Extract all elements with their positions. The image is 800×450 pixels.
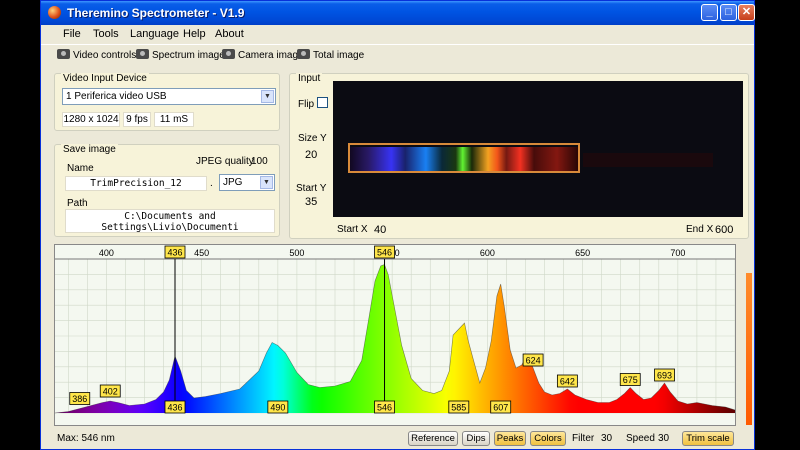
video-device-value: 1 Periferica video USB <box>66 91 167 102</box>
peak-label: 624 <box>526 356 541 366</box>
menu-bar: File Tools Language Help About <box>41 25 754 44</box>
dips-button[interactable]: Dips <box>462 431 490 446</box>
x-tick-label: 450 <box>194 248 209 258</box>
start-y-label: Start Y <box>296 183 327 194</box>
fps-field: 9 fps <box>123 112 151 127</box>
path-line-1: C:\Documents and <box>124 211 216 222</box>
menu-language[interactable]: Language <box>130 28 179 40</box>
minimize-button[interactable]: _ <box>701 4 718 21</box>
video-controls-label: Video controls <box>73 50 137 61</box>
reference-button[interactable]: Reference <box>408 431 458 446</box>
x-tick-label: 400 <box>99 248 114 258</box>
chevron-down-icon[interactable]: ▼ <box>260 176 273 189</box>
filter-value[interactable]: 30 <box>601 433 612 444</box>
peak-label: 386 <box>72 394 87 404</box>
spectrum-image-label: Spectrum image <box>152 50 225 61</box>
spectrum-plot: 4004505005506006507004365463864024364905… <box>54 245 736 414</box>
status-bar: Max: 546 nm Reference Dips Peaks Colors … <box>41 429 754 449</box>
spectrum-graph[interactable]: 4004505005506006507004365463864024364905… <box>54 244 736 426</box>
format-select[interactable]: JPG ▼ <box>219 174 275 191</box>
camera-icon <box>297 49 310 59</box>
x-tick-label: 700 <box>670 248 685 258</box>
total-image-label: Total image <box>313 50 365 61</box>
video-device-select[interactable]: 1 Periferica video USB ▼ <box>62 88 276 105</box>
input-title: Input <box>296 73 323 84</box>
save-image-title: Save image <box>61 144 118 155</box>
camera-icon <box>57 49 70 59</box>
speed-label: Speed <box>626 433 655 444</box>
maximize-button[interactable]: □ <box>720 4 737 21</box>
peak-label: 436 <box>167 403 182 413</box>
video-input-title: Video Input Device <box>61 73 149 84</box>
title-bar[interactable]: Theremino Spectrometer - V1.9 _ □ ✕ <box>41 1 755 25</box>
jpeg-quality-label: JPEG quality <box>196 156 254 167</box>
menu-about[interactable]: About <box>215 28 244 40</box>
peak-label: 546 <box>377 403 392 413</box>
menu-help[interactable]: Help <box>183 28 206 40</box>
peak-label: 402 <box>103 387 118 397</box>
video-controls-button[interactable]: Video controls <box>57 49 136 63</box>
end-x-label: End X <box>686 224 714 235</box>
toolbar: Video controls Spectrum image Camera ima… <box>41 44 754 65</box>
jpeg-quality-value[interactable]: 100 <box>251 156 268 167</box>
max-readout: Max: 546 nm <box>57 433 115 444</box>
size-y-label: Size Y <box>298 133 327 144</box>
start-x-label: Start X <box>337 224 368 235</box>
extension-dot: . <box>210 178 213 189</box>
trim-scale-bar[interactable] <box>746 273 752 425</box>
path-label: Path <box>67 198 88 209</box>
menu-tools[interactable]: Tools <box>93 28 119 40</box>
menu-file[interactable]: File <box>63 28 81 40</box>
path-input[interactable]: C:\Documents and Settings\Livio\Document… <box>65 209 275 233</box>
window-title: Theremino Spectrometer - V1.9 <box>67 6 245 20</box>
x-tick-label: 500 <box>289 248 304 258</box>
colors-button[interactable]: Colors <box>530 431 566 446</box>
flip-checkbox[interactable] <box>317 97 328 108</box>
close-button[interactable]: ✕ <box>738 4 755 21</box>
start-y-value[interactable]: 35 <box>305 196 317 208</box>
peaks-button[interactable]: Peaks <box>494 431 526 446</box>
marker-label: 436 <box>167 248 182 258</box>
marker-label: 546 <box>377 248 392 258</box>
path-line-2: Settings\Livio\Documenti <box>101 222 239 233</box>
camera-icon <box>136 49 149 59</box>
name-input[interactable]: TrimPrecision_12 <box>65 176 207 191</box>
trim-scale-button[interactable]: Trim scale <box>682 431 734 446</box>
speed-value[interactable]: 30 <box>658 433 669 444</box>
selection-box[interactable] <box>348 143 580 173</box>
name-label: Name <box>67 163 94 174</box>
resolution-field: 1280 x 1024 <box>62 112 120 127</box>
save-image-group: Save image Name JPEG quality 100 TrimPre… <box>54 144 280 237</box>
peak-label: 490 <box>270 403 285 413</box>
filter-label: Filter <box>572 433 595 444</box>
end-x-value[interactable]: 600 <box>715 224 733 236</box>
x-tick-label: 650 <box>575 248 590 258</box>
spectrum-image-button[interactable]: Spectrum image <box>136 49 225 63</box>
interval-field: 11 mS <box>154 112 194 127</box>
peak-label: 675 <box>623 375 638 385</box>
chevron-down-icon[interactable]: ▼ <box>261 90 274 103</box>
app-window: Theremino Spectrometer - V1.9 _ □ ✕ File… <box>40 0 755 450</box>
start-x-value[interactable]: 40 <box>374 224 386 236</box>
camera-image-label: Camera image <box>238 50 304 61</box>
camera-icon <box>222 49 235 59</box>
x-tick-label: 600 <box>480 248 495 258</box>
camera-image-view[interactable] <box>333 81 743 217</box>
camera-image-button[interactable]: Camera image <box>222 49 304 63</box>
total-image-button[interactable]: Total image <box>297 49 364 63</box>
peak-label: 693 <box>657 371 672 381</box>
peak-label: 585 <box>451 403 466 413</box>
peak-label: 642 <box>560 377 575 387</box>
app-icon <box>48 6 61 19</box>
format-value: JPG <box>223 177 243 188</box>
size-y-value[interactable]: 20 <box>305 149 317 161</box>
flip-label: Flip <box>298 99 315 110</box>
video-input-group: Video Input Device 1 Periferica video US… <box>54 73 280 131</box>
peak-label: 607 <box>493 403 508 413</box>
